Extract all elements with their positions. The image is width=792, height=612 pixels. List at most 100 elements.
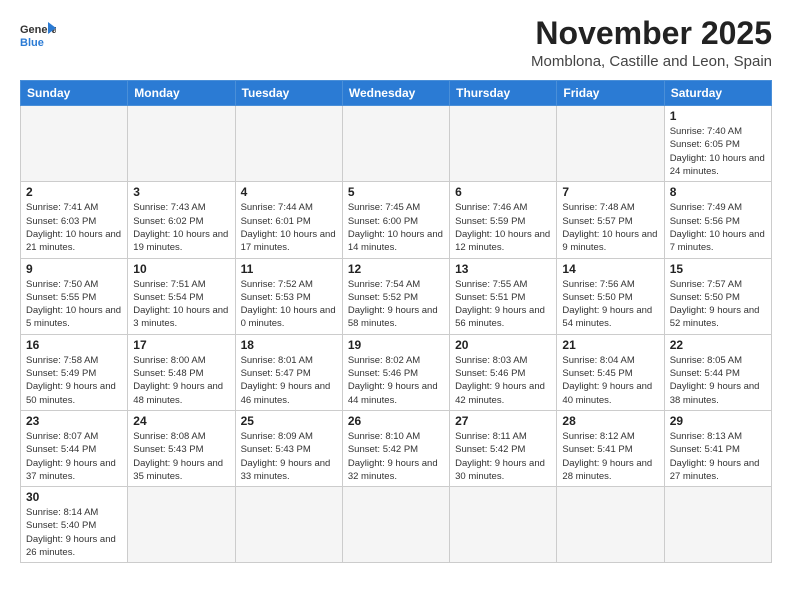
- svg-text:Blue: Blue: [20, 37, 44, 48]
- day-number: 22: [670, 338, 766, 352]
- table-row: 8 Sunrise: 7:49 AM Sunset: 5:56 PM Daylig…: [664, 182, 771, 258]
- day-info: Sunrise: 7:56 AM Sunset: 5:50 PM Dayligh…: [562, 278, 658, 331]
- table-row: 1Sunrise: 7:40 AM Sunset: 6:05 PM Daylig…: [664, 106, 771, 182]
- table-row: 29 Sunrise: 8:13 AM Sunset: 5:41 PM Dayli…: [664, 410, 771, 486]
- day-info: Sunrise: 7:44 AM Sunset: 6:01 PM Dayligh…: [241, 201, 337, 254]
- day-info: Sunrise: 7:58 AM Sunset: 5:49 PM Dayligh…: [26, 354, 122, 407]
- day-info: Sunrise: 8:07 AM Sunset: 5:44 PM Dayligh…: [26, 430, 122, 483]
- day-info: Sunrise: 7:57 AM Sunset: 5:50 PM Dayligh…: [670, 278, 766, 331]
- day-number: 2: [26, 185, 122, 199]
- day-info: Sunrise: 8:02 AM Sunset: 5:46 PM Dayligh…: [348, 354, 444, 407]
- col-wednesday: Wednesday: [342, 81, 449, 106]
- day-number: 7: [562, 185, 658, 199]
- day-info: Sunrise: 8:04 AM Sunset: 5:45 PM Dayligh…: [562, 354, 658, 407]
- table-row: [342, 106, 449, 182]
- table-row: 6 Sunrise: 7:46 AM Sunset: 5:59 PM Daylig…: [450, 182, 557, 258]
- day-info: Sunrise: 8:08 AM Sunset: 5:43 PM Dayligh…: [133, 430, 229, 483]
- title-area: November 2025 Momblona, Castille and Leo…: [531, 16, 772, 70]
- day-number: 30: [26, 490, 122, 504]
- table-row: 28 Sunrise: 8:12 AM Sunset: 5:41 PM Dayli…: [557, 410, 664, 486]
- day-number: 21: [562, 338, 658, 352]
- table-row: 2 Sunrise: 7:41 AM Sunset: 6:03 PM Daylig…: [21, 182, 128, 258]
- table-row: 22 Sunrise: 8:05 AM Sunset: 5:44 PM Dayli…: [664, 334, 771, 410]
- day-info: Sunrise: 8:01 AM Sunset: 5:47 PM Dayligh…: [241, 354, 337, 407]
- table-row: [450, 106, 557, 182]
- day-info: Sunrise: 8:12 AM Sunset: 5:41 PM Dayligh…: [562, 430, 658, 483]
- table-row: [450, 487, 557, 563]
- table-row: 11 Sunrise: 7:52 AM Sunset: 5:53 PM Dayli…: [235, 258, 342, 334]
- day-info: Sunrise: 8:11 AM Sunset: 5:42 PM Dayligh…: [455, 430, 551, 483]
- day-number: 25: [241, 414, 337, 428]
- day-info: Sunrise: 8:14 AM Sunset: 5:40 PM Dayligh…: [26, 506, 122, 559]
- calendar-header-row: Sunday Monday Tuesday Wednesday Thursday…: [21, 81, 772, 106]
- day-number: 15: [670, 262, 766, 276]
- day-info: Sunrise: 7:51 AM Sunset: 5:54 PM Dayligh…: [133, 278, 229, 331]
- day-number: 10: [133, 262, 229, 276]
- table-row: 5 Sunrise: 7:45 AM Sunset: 6:00 PM Daylig…: [342, 182, 449, 258]
- day-number: 6: [455, 185, 551, 199]
- table-row: 25Sunrise: 8:09 AM Sunset: 5:43 PM Dayli…: [235, 410, 342, 486]
- day-info: Sunrise: 7:49 AM Sunset: 5:56 PM Dayligh…: [670, 201, 766, 254]
- day-number: 18: [241, 338, 337, 352]
- col-sunday: Sunday: [21, 81, 128, 106]
- generalblue-logo-icon: General Blue: [20, 20, 56, 48]
- table-row: [235, 106, 342, 182]
- day-info: Sunrise: 8:13 AM Sunset: 5:41 PM Dayligh…: [670, 430, 766, 483]
- col-saturday: Saturday: [664, 81, 771, 106]
- table-row: 9 Sunrise: 7:50 AM Sunset: 5:55 PM Daylig…: [21, 258, 128, 334]
- col-tuesday: Tuesday: [235, 81, 342, 106]
- table-row: [664, 487, 771, 563]
- table-row: 3Sunrise: 7:43 AM Sunset: 6:02 PM Daylig…: [128, 182, 235, 258]
- table-row: 17Sunrise: 8:00 AM Sunset: 5:48 PM Dayli…: [128, 334, 235, 410]
- day-number: 23: [26, 414, 122, 428]
- day-info: Sunrise: 7:50 AM Sunset: 5:55 PM Dayligh…: [26, 278, 122, 331]
- table-row: [342, 487, 449, 563]
- table-row: [128, 106, 235, 182]
- day-number: 9: [26, 262, 122, 276]
- day-info: Sunrise: 7:54 AM Sunset: 5:52 PM Dayligh…: [348, 278, 444, 331]
- table-row: [235, 487, 342, 563]
- col-monday: Monday: [128, 81, 235, 106]
- day-info: Sunrise: 7:48 AM Sunset: 5:57 PM Dayligh…: [562, 201, 658, 254]
- day-number: 11: [241, 262, 337, 276]
- table-row: 10 Sunrise: 7:51 AM Sunset: 5:54 PM Dayli…: [128, 258, 235, 334]
- table-row: [557, 106, 664, 182]
- table-row: 26Sunrise: 8:10 AM Sunset: 5:42 PM Dayli…: [342, 410, 449, 486]
- day-info: Sunrise: 7:45 AM Sunset: 6:00 PM Dayligh…: [348, 201, 444, 254]
- day-number: 14: [562, 262, 658, 276]
- table-row: 30 Sunrise: 8:14 AM Sunset: 5:40 PM Dayli…: [21, 487, 128, 563]
- col-friday: Friday: [557, 81, 664, 106]
- month-title: November 2025: [531, 16, 772, 51]
- table-row: 20 Sunrise: 8:03 AM Sunset: 5:46 PM Dayli…: [450, 334, 557, 410]
- table-row: 4 Sunrise: 7:44 AM Sunset: 6:01 PM Daylig…: [235, 182, 342, 258]
- calendar-table: Sunday Monday Tuesday Wednesday Thursday…: [20, 80, 772, 563]
- day-info: Sunrise: 7:52 AM Sunset: 5:53 PM Dayligh…: [241, 278, 337, 331]
- day-number: 20: [455, 338, 551, 352]
- day-info: Sunrise: 7:46 AM Sunset: 5:59 PM Dayligh…: [455, 201, 551, 254]
- table-row: 18 Sunrise: 8:01 AM Sunset: 5:47 PM Dayli…: [235, 334, 342, 410]
- day-info: Sunrise: 7:55 AM Sunset: 5:51 PM Dayligh…: [455, 278, 551, 331]
- logo: General Blue: [20, 20, 56, 48]
- day-number: 29: [670, 414, 766, 428]
- day-number: 1: [670, 109, 766, 123]
- day-info: Sunrise: 8:03 AM Sunset: 5:46 PM Dayligh…: [455, 354, 551, 407]
- day-info: Sunrise: 8:05 AM Sunset: 5:44 PM Dayligh…: [670, 354, 766, 407]
- day-number: 12: [348, 262, 444, 276]
- day-number: 27: [455, 414, 551, 428]
- table-row: [21, 106, 128, 182]
- table-row: 14 Sunrise: 7:56 AM Sunset: 5:50 PM Dayli…: [557, 258, 664, 334]
- day-info: Sunrise: 7:43 AM Sunset: 6:02 PM Dayligh…: [133, 201, 229, 254]
- day-number: 5: [348, 185, 444, 199]
- location-title: Momblona, Castille and Leon, Spain: [531, 53, 772, 70]
- table-row: 7 Sunrise: 7:48 AM Sunset: 5:57 PM Daylig…: [557, 182, 664, 258]
- day-number: 4: [241, 185, 337, 199]
- day-info: Sunrise: 7:41 AM Sunset: 6:03 PM Dayligh…: [26, 201, 122, 254]
- day-number: 28: [562, 414, 658, 428]
- day-info: Sunrise: 8:10 AM Sunset: 5:42 PM Dayligh…: [348, 430, 444, 483]
- day-number: 19: [348, 338, 444, 352]
- day-number: 8: [670, 185, 766, 199]
- table-row: 15 Sunrise: 7:57 AM Sunset: 5:50 PM Dayli…: [664, 258, 771, 334]
- table-row: 19 Sunrise: 8:02 AM Sunset: 5:46 PM Dayli…: [342, 334, 449, 410]
- table-row: [557, 487, 664, 563]
- day-info: Sunrise: 8:00 AM Sunset: 5:48 PM Dayligh…: [133, 354, 229, 407]
